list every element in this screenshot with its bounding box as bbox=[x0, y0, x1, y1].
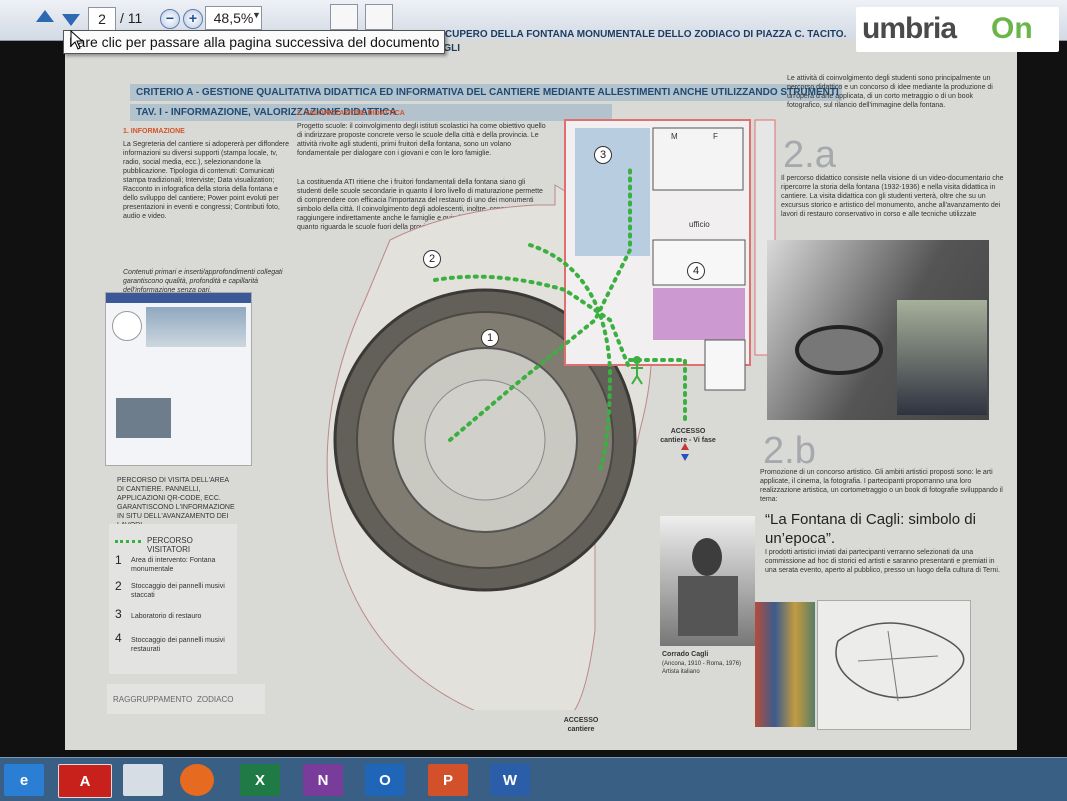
dotted-route-icon bbox=[115, 540, 141, 543]
artist-photo bbox=[660, 516, 755, 646]
legend-num-2: 2 bbox=[115, 579, 122, 593]
pdf-page: RECUPERO DELLA FONTANA MONUMENTALE DELLO… bbox=[65, 29, 1017, 750]
page-total: / 11 bbox=[120, 10, 143, 26]
fit-page-button[interactable] bbox=[365, 4, 393, 30]
label-2b: 2.b bbox=[763, 430, 816, 472]
firefox-icon[interactable] bbox=[180, 764, 214, 796]
person-icon bbox=[633, 356, 641, 364]
legend-box: PERCORSO VISITATORI 1 Area di intervento… bbox=[109, 524, 237, 674]
page-number-input[interactable]: 2 bbox=[88, 7, 116, 31]
excel-icon[interactable]: X bbox=[240, 764, 280, 796]
watermark-text-on: On bbox=[991, 12, 1033, 45]
access-label: ACCESSO cantiere bbox=[563, 717, 599, 733]
legend-item-4: Stoccaggio dei pannelli musivi restaurat… bbox=[131, 637, 225, 653]
powerpoint-icon[interactable]: P bbox=[428, 764, 468, 796]
artwork-drawing-photo bbox=[817, 600, 971, 730]
brand-logo: RAGGRUPPAMENTO ZODIACO bbox=[107, 684, 265, 714]
notepad-icon[interactable] bbox=[123, 764, 163, 796]
section1-title: 1. INFORMAZIONE bbox=[123, 128, 185, 135]
photo-students-at-fountain bbox=[767, 240, 989, 420]
windows-taskbar: e A X N O P W bbox=[0, 757, 1067, 801]
acrobat-icon[interactable]: A bbox=[58, 764, 112, 798]
umbriaon-watermark: umbria On bbox=[856, 7, 1059, 52]
legend-item-1: Area di intervento: Fontana monumentale bbox=[131, 557, 216, 573]
facebook-page-screenshot bbox=[105, 292, 252, 466]
artwork-mosaic-photo bbox=[755, 602, 815, 727]
tooltip: Fare clic per passare alla pagina succes… bbox=[63, 30, 446, 54]
artist-role: Artista italiano bbox=[662, 669, 700, 675]
fit-width-button[interactable] bbox=[330, 4, 358, 30]
arrow-up-icon bbox=[36, 10, 54, 22]
brand-text-1: RAGGRUPPAMENTO bbox=[113, 695, 193, 704]
label-2a: 2.a bbox=[783, 134, 836, 176]
internet-explorer-icon[interactable]: e bbox=[4, 764, 44, 796]
onenote-icon[interactable]: N bbox=[303, 764, 343, 796]
map-marker-2: 2 bbox=[423, 250, 441, 268]
legend-num-3: 3 bbox=[115, 607, 122, 621]
document-top-header: RECUPERO DELLA FONTANA MONUMENTALE DELLO… bbox=[431, 29, 847, 40]
artist-name: Corrado Cagli bbox=[662, 651, 709, 658]
room-m: M bbox=[671, 132, 678, 141]
map-marker-4: 4 bbox=[687, 262, 705, 280]
previous-page-button[interactable] bbox=[34, 8, 56, 30]
criterion-header: CRITERIO A - GESTIONE QUALITATIVA DIDATT… bbox=[130, 84, 842, 101]
text-2b-2: I prodotti artistici inviati dai parteci… bbox=[765, 549, 1000, 574]
legend-title: PERCORSO VISITATORI bbox=[147, 536, 193, 554]
text-2a: Il percorso didattico consiste nella vis… bbox=[781, 175, 1004, 218]
zoom-out-button[interactable]: − bbox=[160, 9, 180, 29]
contest-quote: “La Fontana di Cagli: simbolo di un’epoc… bbox=[765, 511, 976, 547]
mouse-cursor-icon bbox=[70, 30, 84, 50]
zoom-dropdown-icon[interactable]: ▼ bbox=[252, 10, 261, 20]
map-marker-3: 3 bbox=[594, 146, 612, 164]
legend-item-2: Stoccaggio dei pannelli musivi staccati bbox=[131, 583, 225, 599]
room-f: F bbox=[713, 132, 718, 141]
access-label-vt: ACCESSO cantiere - Vi fase bbox=[660, 428, 716, 444]
next-page-button[interactable] bbox=[60, 8, 82, 30]
arrow-down-icon bbox=[62, 14, 80, 26]
right-intro: Le attività di coinvolgimento degli stud… bbox=[787, 75, 993, 109]
outlook-icon[interactable]: O bbox=[365, 764, 405, 796]
legend-item-3: Laboratorio di restauro bbox=[131, 613, 202, 620]
word-icon[interactable]: W bbox=[490, 764, 530, 796]
legend-num-4: 4 bbox=[115, 631, 122, 645]
legend-num-1: 1 bbox=[115, 553, 122, 567]
watermark-text-umbria: umbria bbox=[862, 12, 957, 45]
brand-text-2: ZODIACO bbox=[197, 695, 234, 704]
room-ufficio: ufficio bbox=[689, 220, 710, 229]
zoom-in-button[interactable]: + bbox=[183, 9, 203, 29]
map-marker-1: 1 bbox=[481, 329, 499, 347]
